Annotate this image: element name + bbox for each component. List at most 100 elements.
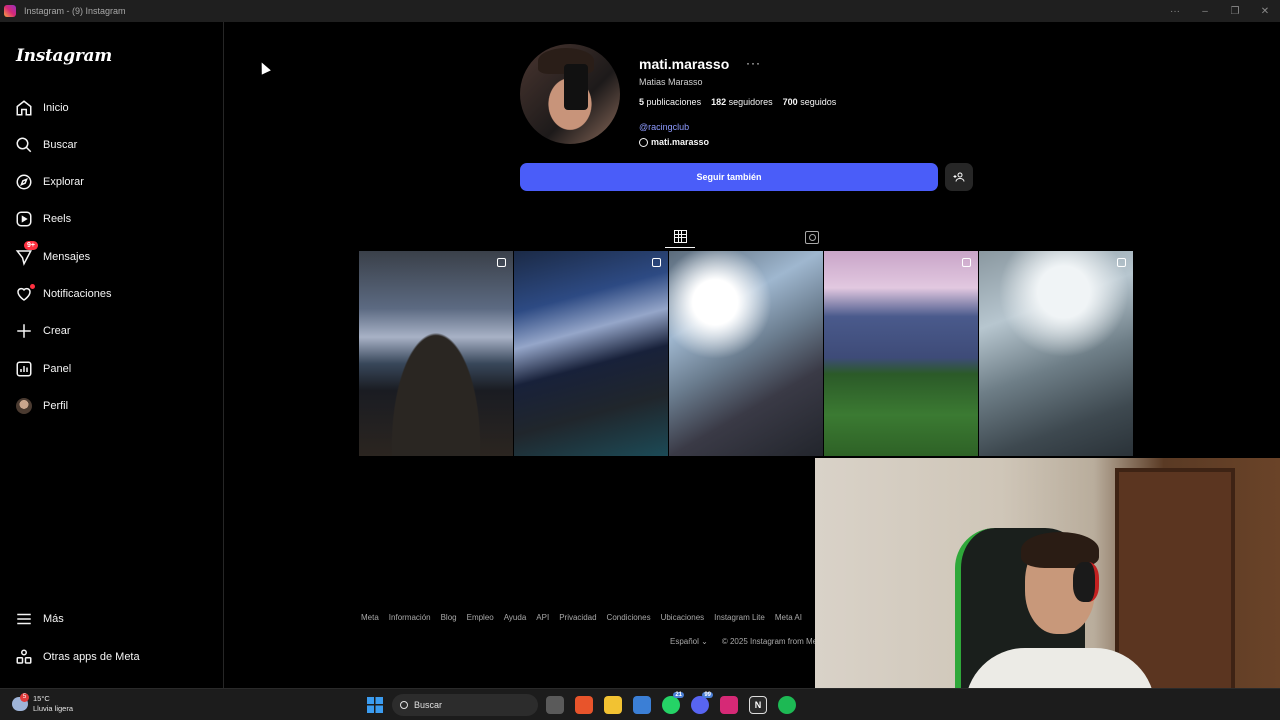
posts-stat: 5 publicaciones (639, 97, 702, 107)
footer-link[interactable]: Empleo (467, 613, 494, 622)
instagram-icon[interactable] (720, 696, 738, 714)
sidebar-item-label: Mensajes (43, 251, 91, 263)
footer-link[interactable]: Meta AI (775, 613, 802, 622)
reels-icon (14, 209, 34, 229)
posts-grid (359, 251, 1134, 456)
footer-link[interactable]: API (536, 613, 549, 622)
tab-posts[interactable] (665, 226, 695, 248)
notion-icon[interactable]: N (749, 696, 767, 714)
sidebar-item-label: Otras apps de Meta (43, 651, 140, 663)
avatar (14, 396, 34, 416)
window-controls: ··· – ❐ ✕ (1160, 0, 1280, 22)
brave-icon[interactable] (575, 696, 593, 714)
heart-icon (14, 284, 35, 304)
carousel-icon (497, 258, 506, 267)
sidebar-item-mensajes[interactable]: 9+ Mensajes (14, 241, 214, 272)
chart-icon (14, 359, 34, 379)
profile-stats: 5 publicaciones 182 seguidores 700 segui… (639, 97, 836, 107)
sidebar-item-reels[interactable]: Reels (14, 204, 214, 234)
sidebar-item-otras-apps[interactable]: Otras apps de Meta (14, 642, 214, 672)
discord-icon[interactable]: 99 (691, 692, 713, 714)
carousel-icon (962, 258, 971, 267)
minimize-button[interactable]: – (1190, 0, 1220, 22)
sidebar-item-label: Crear (43, 325, 71, 337)
follow-back-button[interactable]: Seguir también (520, 163, 938, 191)
sidebar-item-label: Inicio (43, 102, 69, 114)
spotify-icon[interactable] (778, 696, 796, 714)
footer-link[interactable]: Condiciones (607, 613, 651, 622)
more-options-icon[interactable]: ··· (746, 56, 761, 70)
sidebar-item-label: Buscar (43, 139, 78, 151)
language-selector[interactable]: Español ⌄ (670, 637, 708, 646)
footer-link[interactable]: Privacidad (559, 613, 596, 622)
taskbar-search-label: Buscar (414, 700, 443, 710)
sidebar-item-panel[interactable]: Panel (14, 354, 214, 384)
sidebar-item-inicio[interactable]: Inicio (14, 93, 214, 123)
sidebar-item-mas[interactable]: Más (14, 604, 214, 634)
footer-link[interactable]: Blog (441, 613, 457, 622)
sidebar: Instagram Inicio Buscar Explorar Reels 9… (0, 22, 224, 688)
footer-link[interactable]: Meta (361, 613, 379, 622)
tab-tagged[interactable] (797, 226, 827, 248)
mouse-cursor-icon (257, 60, 271, 75)
post-thumbnail[interactable] (979, 251, 1133, 456)
profile-username: mati.marasso (639, 56, 730, 72)
carousel-icon (652, 258, 661, 267)
task-view-icon[interactable] (546, 696, 564, 714)
maximize-button[interactable]: ❐ (1220, 0, 1250, 22)
threads-icon (639, 137, 648, 147)
whatsapp-icon[interactable]: 21 (662, 692, 684, 714)
webcam-overlay (815, 458, 1280, 720)
window-title: Instagram - (9) Instagram (24, 6, 126, 16)
grid-icon (673, 230, 687, 243)
footer-link[interactable]: Ubicaciones (661, 613, 705, 622)
windows-start-icon[interactable] (367, 697, 383, 713)
compass-icon (14, 172, 34, 192)
sidebar-item-buscar[interactable]: Buscar (14, 130, 214, 160)
menu-icon (14, 609, 34, 629)
sidebar-item-label: Reels (43, 213, 72, 225)
profile-avatar[interactable] (520, 44, 620, 144)
taskbar: 5 15°C Lluvia ligera Buscar 21 99 N (0, 688, 1280, 720)
weather-widget[interactable]: 5 15°C Lluvia ligera (12, 693, 74, 714)
footer-link[interactable]: Ayuda (504, 613, 527, 622)
file-explorer-icon[interactable] (604, 696, 622, 714)
sidebar-item-perfil[interactable]: Perfil (14, 391, 214, 421)
bio-mention-link[interactable]: @racingclub (639, 122, 689, 132)
plus-icon (14, 321, 34, 341)
profile-full-name: Matias Marasso (639, 77, 703, 87)
footer-link[interactable]: Información (389, 613, 431, 622)
footer-link[interactable]: Instagram Lite (714, 613, 765, 622)
carousel-icon (1117, 258, 1126, 267)
tagged-icon (805, 230, 819, 244)
instagram-app-icon (4, 5, 16, 17)
search-icon (400, 701, 408, 709)
threads-link[interactable]: mati.marasso (639, 137, 709, 147)
home-icon (14, 98, 34, 118)
taskbar-search[interactable]: Buscar (392, 694, 538, 716)
post-thumbnail[interactable] (359, 251, 513, 456)
window-title-bar: Instagram - (9) Instagram ··· – ❐ ✕ (0, 0, 1280, 22)
post-thumbnail[interactable] (514, 251, 668, 456)
more-options-icon[interactable]: ··· (1160, 0, 1190, 22)
weather-condition: Lluvia ligera (33, 704, 74, 713)
following-stat[interactable]: 700 seguidos (783, 97, 837, 107)
sidebar-item-explorar[interactable]: Explorar (14, 167, 214, 197)
copyright: © 2025 Instagram from Me (721, 637, 818, 646)
sidebar-item-notificaciones[interactable]: Notificaciones (14, 279, 214, 309)
sidebar-item-label: Notificaciones (43, 288, 112, 300)
meta-apps-icon (14, 647, 34, 667)
post-thumbnail[interactable] (824, 251, 978, 456)
search-icon (14, 135, 34, 155)
footer-links: Meta Información Blog Empleo Ayuda API P… (361, 613, 802, 622)
followers-stat[interactable]: 182 seguidores (711, 97, 773, 107)
close-button[interactable]: ✕ (1250, 0, 1280, 22)
add-user-button[interactable] (945, 163, 973, 191)
sidebar-item-crear[interactable]: Crear (14, 316, 214, 346)
sidebar-item-label: Panel (43, 363, 72, 375)
sidebar-item-label: Perfil (43, 400, 69, 412)
post-thumbnail[interactable] (669, 251, 823, 456)
ms-store-icon[interactable] (633, 696, 651, 714)
instagram-logo[interactable]: Instagram (16, 46, 112, 66)
weather-icon: 5 (12, 693, 29, 711)
